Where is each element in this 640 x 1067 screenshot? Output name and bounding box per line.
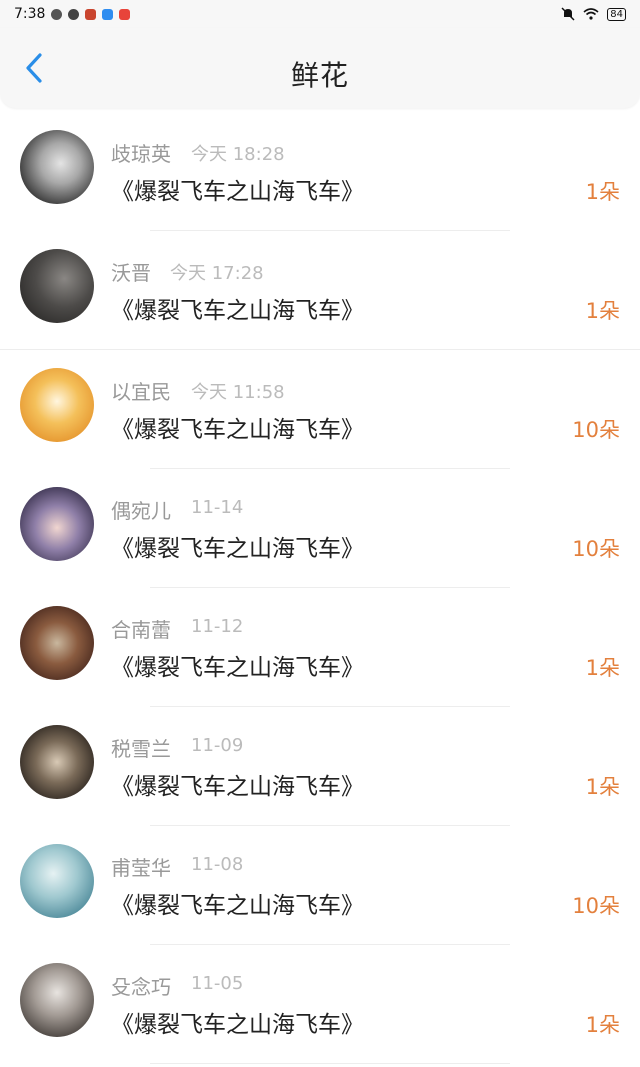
work-title: 《爆裂飞车之山海飞车》 — [111, 655, 364, 681]
app-notification-icon — [85, 8, 97, 20]
cloud-app-icon — [102, 8, 114, 20]
status-right: 84 — [561, 7, 626, 21]
user-name: 殳念巧 — [111, 975, 171, 999]
list-item[interactable]: 税雪兰 11-09 《爆裂飞车之山海飞车》 1朵 — [0, 707, 640, 826]
timestamp: 11-14 — [191, 497, 244, 518]
timestamp: 11-09 — [191, 735, 244, 756]
list-item[interactable]: 合南蕾 11-12 《爆裂飞车之山海飞车》 1朵 — [0, 588, 640, 707]
work-title: 《爆裂飞车之山海飞车》 — [111, 417, 364, 443]
avatar — [20, 368, 94, 442]
mute-bell-icon — [561, 7, 575, 21]
user-name: 税雪兰 — [111, 737, 171, 761]
user-name: 甫莹华 — [111, 856, 171, 880]
work-title: 《爆裂飞车之山海飞车》 — [111, 774, 364, 800]
wifi-icon — [583, 8, 599, 20]
globe-icon — [68, 8, 80, 20]
user-name: 合南蕾 — [111, 618, 171, 642]
timestamp: 今天 17:28 — [170, 263, 264, 284]
flower-count: 1朵 — [585, 656, 620, 680]
flower-count: 1朵 — [585, 299, 620, 323]
store-app-icon — [119, 8, 131, 20]
work-title: 《爆裂飞车之山海飞车》 — [111, 179, 364, 205]
flower-count: 10朵 — [572, 537, 620, 561]
avatar — [20, 130, 94, 204]
user-name: 沃晋 — [111, 261, 151, 285]
status-time: 7:38 — [14, 6, 46, 22]
timestamp: 今天 11:58 — [191, 382, 285, 403]
flower-count: 10朵 — [572, 418, 620, 442]
list-item[interactable]: 偶宛儿 11-14 《爆裂飞车之山海飞车》 10朵 — [0, 469, 640, 588]
page-title: 鲜花 — [290, 59, 349, 92]
user-name: 以宜民 — [111, 380, 171, 404]
nav-header: 鲜花 — [0, 28, 640, 108]
avatar — [20, 963, 94, 1037]
work-title: 《爆裂飞车之山海飞车》 — [111, 1012, 364, 1038]
flower-list: 歧琼英 今天 18:28 《爆裂飞车之山海飞车》 1朵 沃晋 今天 17:28 … — [0, 112, 640, 1064]
avatar — [20, 606, 94, 680]
list-item[interactable]: 沃晋 今天 17:28 《爆裂飞车之山海飞车》 1朵 — [0, 231, 640, 350]
flower-count: 1朵 — [585, 180, 620, 204]
list-item[interactable]: 歧琼英 今天 18:28 《爆裂飞车之山海飞车》 1朵 — [0, 112, 640, 231]
user-name: 偶宛儿 — [111, 499, 171, 523]
timestamp: 11-08 — [191, 854, 244, 875]
list-item[interactable]: 以宜民 今天 11:58 《爆裂飞车之山海飞车》 10朵 — [0, 350, 640, 469]
flowers-page: 7:38 84 鲜花 歧琼英 今天 18:28 《爆裂飞车之山海飞车》 1朵 沃… — [0, 0, 640, 1067]
work-title: 《爆裂飞车之山海飞车》 — [111, 536, 364, 562]
work-title: 《爆裂飞车之山海飞车》 — [111, 893, 364, 919]
status-left: 7:38 — [14, 6, 131, 22]
avatar — [20, 487, 94, 561]
work-title: 《爆裂飞车之山海飞车》 — [111, 298, 364, 324]
flower-count: 10朵 — [572, 894, 620, 918]
timestamp: 11-12 — [191, 616, 244, 637]
avatar — [20, 725, 94, 799]
list-item[interactable]: 殳念巧 11-05 《爆裂飞车之山海飞车》 1朵 — [0, 945, 640, 1064]
list-item[interactable]: 甫莹华 11-08 《爆裂飞车之山海飞车》 10朵 — [0, 826, 640, 945]
wechat-icon — [51, 8, 63, 20]
battery-indicator: 84 — [607, 7, 626, 21]
flower-count: 1朵 — [585, 775, 620, 799]
status-bar: 7:38 84 — [0, 0, 640, 28]
timestamp: 11-05 — [191, 973, 244, 994]
flower-count: 1朵 — [585, 1013, 620, 1037]
avatar — [20, 844, 94, 918]
timestamp: 今天 18:28 — [191, 144, 285, 165]
divider — [150, 1063, 510, 1064]
user-name: 歧琼英 — [111, 142, 171, 166]
avatar — [20, 249, 94, 323]
